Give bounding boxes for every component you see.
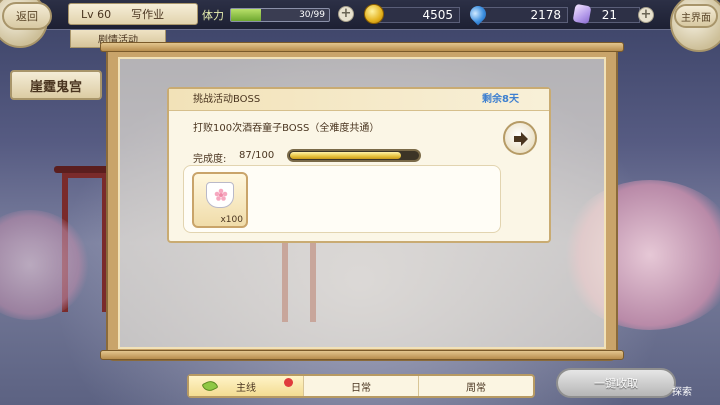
- progress-value: 87/100: [239, 150, 275, 161]
- notification-dot-icon: [284, 378, 293, 387]
- crystal-icon: [572, 3, 592, 25]
- reward-quantity: x100: [220, 215, 243, 225]
- quest-description: 打败100次酒吞童子BOSS（全难度共通）: [193, 123, 380, 134]
- coin-icon: [364, 4, 384, 24]
- back-button[interactable]: 返回: [2, 2, 52, 30]
- go-to-quest-button[interactable]: [503, 121, 537, 155]
- quest-tabs: 主线 日常 周常: [187, 374, 535, 398]
- player-level: Lv 60: [81, 7, 112, 21]
- tab-daily[interactable]: 日常: [304, 376, 419, 396]
- frame-rod-bottom: [100, 350, 624, 360]
- arrow-right-icon: [514, 132, 528, 146]
- progress-label: 完成度:: [193, 154, 227, 165]
- droplet-count: 2178: [480, 7, 568, 23]
- stamina-label: 体力: [202, 9, 224, 22]
- tab-label: 主线: [236, 382, 256, 394]
- progress-bar: [287, 149, 421, 162]
- reward-item[interactable]: x100: [192, 172, 248, 228]
- explore-label[interactable]: 探索: [672, 383, 692, 398]
- area-name-banner: 崖霆鬼宫: [10, 70, 102, 100]
- stamina-fill: [231, 9, 261, 21]
- stamina-value: 30/99: [299, 10, 325, 20]
- player-name: 写作业: [131, 8, 165, 21]
- tab-weekly[interactable]: 周常: [419, 376, 533, 396]
- stamina-panel: 体力 30/99 +: [202, 6, 354, 24]
- leaf-icon: [201, 378, 219, 394]
- frame-rod-top: [100, 42, 624, 52]
- stamina-plus-icon[interactable]: +: [338, 6, 354, 22]
- progress-fill: [290, 152, 402, 159]
- claim-all-button[interactable]: 一键收取: [556, 368, 676, 398]
- tab-label: 周常: [466, 382, 486, 394]
- crystal-count: 21: [586, 7, 640, 23]
- stamina-bar: 30/99: [230, 8, 330, 22]
- reward-area: x100: [183, 165, 501, 233]
- sakura-token-icon: [206, 182, 234, 208]
- tab-label: 日常: [351, 382, 371, 394]
- top-bar: 返回 Lv 60 写作业 体力 30/99 + 4505 2178 21 + 主…: [0, 0, 720, 52]
- main-menu-button[interactable]: 主界面: [674, 4, 718, 28]
- coin-count: 4505: [376, 7, 460, 23]
- time-remaining: 剩余8天: [482, 94, 519, 105]
- player-level-panel: Lv 60 写作业: [68, 3, 198, 25]
- quest-card: 挑战活动BOSS 剩余8天 打败100次酒吞童子BOSS（全难度共通） 完成度:…: [167, 87, 551, 243]
- crystal-plus-icon[interactable]: +: [638, 7, 654, 23]
- tab-main-story[interactable]: 主线: [189, 376, 304, 396]
